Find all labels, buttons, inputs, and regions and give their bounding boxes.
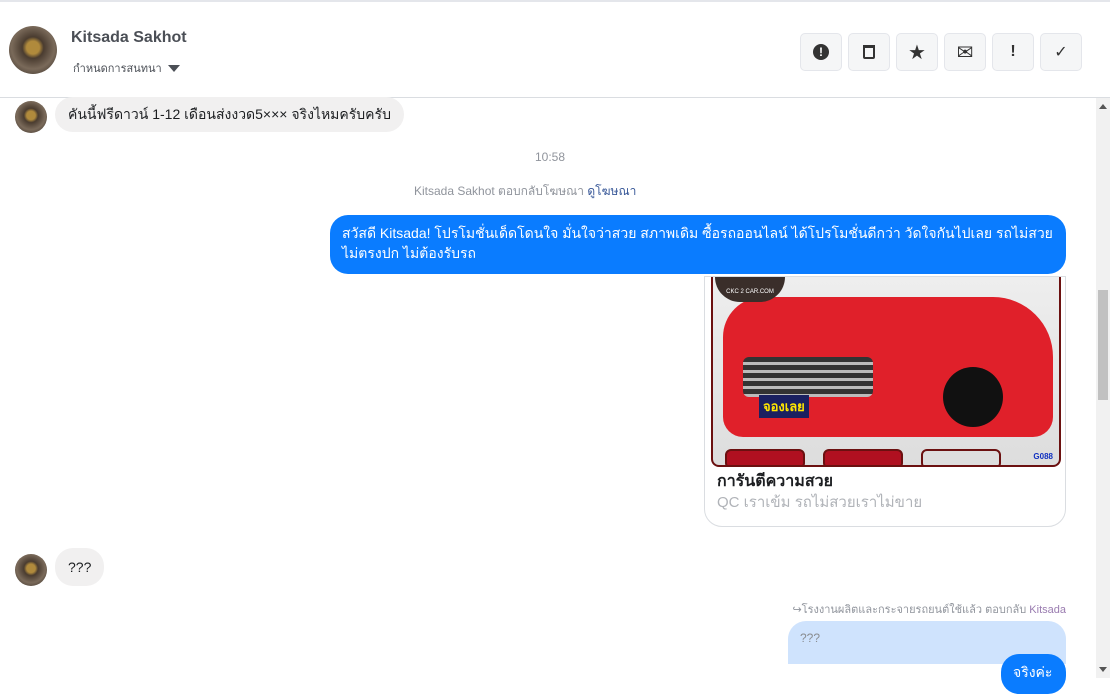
star-icon: ★: [908, 41, 926, 64]
reply-note-name: Kitsada: [1029, 604, 1066, 616]
exclamation-icon: !: [1010, 43, 1016, 60]
envelope-icon: ✉: [956, 41, 974, 64]
incoming-message: ???: [55, 548, 105, 586]
reply-note: ↪โรงงานผลิตและกระจายรถยนต์ใช้แล้ว ตอบกลั…: [792, 604, 1066, 616]
outgoing-message: สวัสดี Kitsada! โปรโมชั่นเด็ดโดนใจ มั่นใ…: [330, 215, 1066, 274]
outgoing-message: จริงค่ะ: [1001, 654, 1066, 694]
thumbnail: [725, 449, 805, 465]
conversation-settings-label: กำหนดการสนทนา: [73, 63, 162, 75]
ad-reply-note: Kitsada Sakhot ตอบกลับโฆษณา ดูโฆษณา: [414, 182, 636, 201]
star-button[interactable]: ★: [896, 33, 938, 71]
conversation-settings-dropdown[interactable]: กำหนดการสนทนา: [73, 59, 180, 77]
car-image: CKC 2 CAR.COM จองเลย G088: [711, 277, 1061, 467]
alert-circle-icon: !: [813, 44, 829, 60]
check-icon: ✓: [1054, 44, 1068, 61]
mark-done-button[interactable]: ✓: [1040, 33, 1082, 71]
car-code: G088: [1033, 452, 1053, 461]
contact-name[interactable]: Kitsada Sakhot: [71, 29, 187, 47]
card-description: QC เราเข้ม รถไม่สวยเราไม่ขาย: [717, 494, 923, 511]
mark-unread-button[interactable]: ✉: [944, 33, 986, 71]
view-ad-link[interactable]: ดูโฆษณา: [587, 184, 636, 198]
scrollbar-thumb[interactable]: [1098, 290, 1108, 400]
sender-avatar[interactable]: [15, 554, 47, 586]
ad-card[interactable]: CKC 2 CAR.COM จองเลย G088 การันตีความสวย…: [704, 276, 1066, 527]
toolbar: ! ★ ✉ ! ✓: [800, 33, 1082, 71]
book-now-badge: จองเลย: [759, 395, 809, 418]
delete-button[interactable]: [848, 33, 890, 71]
caret-down-icon: [167, 64, 180, 72]
ad-reply-text: Kitsada Sakhot ตอบกลับโฆษณา: [414, 184, 585, 198]
car-wheel: [943, 367, 1003, 427]
sender-avatar[interactable]: [15, 101, 47, 133]
timestamp: 10:58: [534, 150, 566, 164]
avatar[interactable]: [9, 26, 57, 74]
thumbnail-strip: [725, 449, 1001, 465]
trash-icon: [863, 45, 875, 59]
reply-note-text: โรงงานผลิตและกระจายรถยนต์ใช้แล้ว ตอบกลับ: [801, 604, 1027, 616]
car-grille: [743, 357, 873, 397]
follow-up-button[interactable]: !: [992, 33, 1034, 71]
scrollbar[interactable]: [1096, 98, 1110, 678]
thumbnail: [823, 449, 903, 465]
mark-spam-button[interactable]: !: [800, 33, 842, 71]
conversation-header: Kitsada Sakhot กำหนดการสนทนา ! ★ ✉ ! ✓: [0, 2, 1110, 98]
scroll-up-icon[interactable]: [1099, 104, 1107, 109]
incoming-message: คันนี้ฟรีดาวน์ 1-12 เดือนส่งงวด5××× จริง…: [55, 97, 404, 132]
scroll-down-icon[interactable]: [1099, 667, 1107, 672]
thumbnail: [921, 449, 1001, 465]
